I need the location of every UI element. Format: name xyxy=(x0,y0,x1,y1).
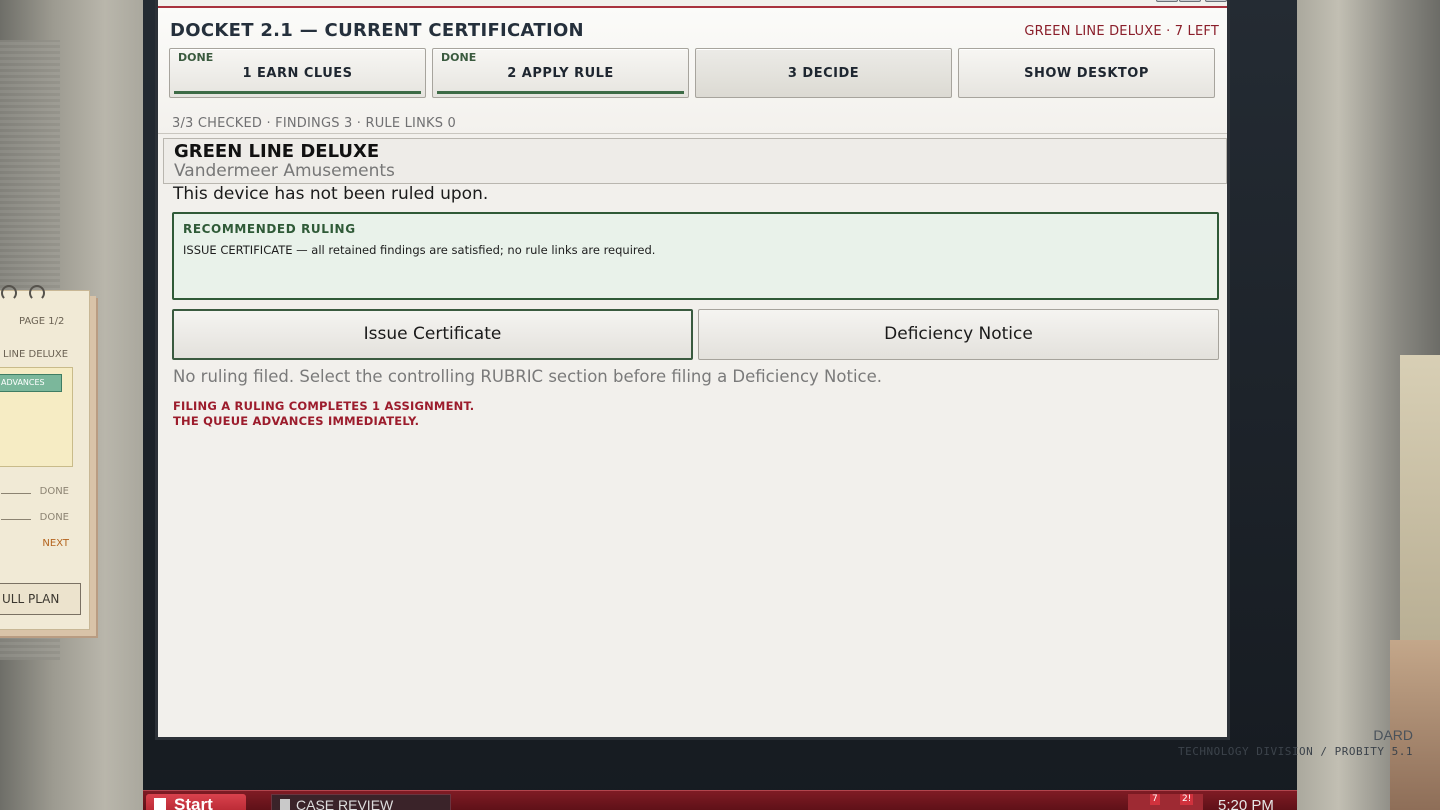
window-control-icon[interactable] xyxy=(1156,0,1178,2)
step-progress-bar xyxy=(437,91,684,94)
show-desktop-button[interactable]: SHOW DESKTOP xyxy=(958,48,1215,98)
notification-badge: 2! xyxy=(1180,794,1194,805)
step-label: 1 EARN CLUES xyxy=(242,66,353,81)
device-name: GREEN LINE DELUXE xyxy=(174,141,380,162)
window-control-icon[interactable] xyxy=(1205,0,1227,2)
step-earn-clues-button[interactable]: DONE 1 EARN CLUES xyxy=(169,48,426,98)
queue-status: GREEN LINE DELUXE · 7 LEFT xyxy=(1024,24,1219,39)
recommended-ruling-text: ISSUE CERTIFICATE — all retained finding… xyxy=(183,243,656,257)
full-plan-button[interactable]: ULL PLAN xyxy=(0,583,81,615)
plan-notepad[interactable]: PAGE 1/2 LINE DELUXE ADVANCES DONE DONE … xyxy=(0,285,90,630)
step-apply-rule-button[interactable]: DONE 2 APPLY RULE xyxy=(432,48,689,98)
filing-warning-line: FILING A RULING COMPLETES 1 ASSIGNMENT. xyxy=(173,399,475,413)
document-icon xyxy=(280,799,290,810)
ring-icon xyxy=(29,285,45,301)
progress-summary: 3/3 CHECKED · FINDINGS 3 · RULE LINKS 0 xyxy=(172,116,456,131)
cardboard-box xyxy=(1390,640,1440,810)
step-label: 2 APPLY RULE xyxy=(507,66,614,81)
step-decide-button[interactable]: 3 DECIDE xyxy=(695,48,952,98)
notepad-tag: ADVANCES xyxy=(0,374,62,392)
notepad-step: DONE xyxy=(0,512,79,523)
start-icon xyxy=(154,798,166,810)
step-status: DONE xyxy=(441,51,477,64)
taskbar-clock: 5:20 PM xyxy=(1218,797,1274,810)
shelf xyxy=(1400,355,1440,675)
system-tray[interactable]: 7 2! xyxy=(1128,794,1203,810)
notification-badge: 7 xyxy=(1150,794,1160,805)
notepad-step: DONE xyxy=(0,486,79,497)
recommended-ruling-box: RECOMMENDED RULING ISSUE CERTIFICATE — a… xyxy=(172,212,1219,300)
filing-warning-line: THE QUEUE ADVANCES IMMEDIATELY. xyxy=(173,414,420,428)
step-label: 3 DECIDE xyxy=(787,66,860,81)
issue-certificate-button[interactable]: Issue Certificate xyxy=(172,309,693,360)
ring-icon xyxy=(1,285,17,301)
notepad-step: NEXT xyxy=(42,538,69,549)
step-label: SHOW DESKTOP xyxy=(1024,66,1149,81)
notepad-device: LINE DELUXE xyxy=(3,349,69,360)
taskbar-task-label: CASE REVIEW xyxy=(296,797,394,810)
app-title: DOCKET 2.1 — CURRENT CERTIFICATION xyxy=(170,20,584,41)
step-status: DONE xyxy=(178,51,214,64)
window-control-icon[interactable] xyxy=(1179,0,1201,2)
taskbar: Start CASE REVIEW 7 2! 5:20 PM xyxy=(143,790,1297,810)
monitor-brand: DARD xyxy=(1373,727,1413,743)
notepad-page-number: PAGE 1/2 xyxy=(19,316,65,327)
device-manufacturer: Vandermeer Amusements xyxy=(174,161,395,181)
device-card: GREEN LINE DELUXE Vandermeer Amusements xyxy=(163,138,1227,184)
monitor-division-label: TECHNOLOGY DIVISION / PROBITY 5.1 xyxy=(1177,745,1413,758)
deficiency-notice-button[interactable]: Deficiency Notice xyxy=(698,309,1219,360)
ruling-status: This device has not been ruled upon. xyxy=(173,184,489,204)
filing-warning: FILING A RULING COMPLETES 1 ASSIGNMENT. … xyxy=(173,399,474,429)
taskbar-case-review[interactable]: CASE REVIEW xyxy=(271,794,451,810)
header-bar: DOCKET 2.1 — CURRENT CERTIFICATION GREEN… xyxy=(158,6,1227,134)
recommended-ruling-title: RECOMMENDED RULING xyxy=(183,222,356,236)
step-progress-bar xyxy=(174,91,421,94)
start-button[interactable]: Start xyxy=(146,794,246,810)
ruling-hint: No ruling filed. Select the controlling … xyxy=(173,367,882,386)
start-label: Start xyxy=(174,795,213,810)
notepad-card: ADVANCES xyxy=(0,367,73,467)
docket-window: DOCKET 2.1 — CURRENT CERTIFICATION GREEN… xyxy=(155,0,1230,740)
